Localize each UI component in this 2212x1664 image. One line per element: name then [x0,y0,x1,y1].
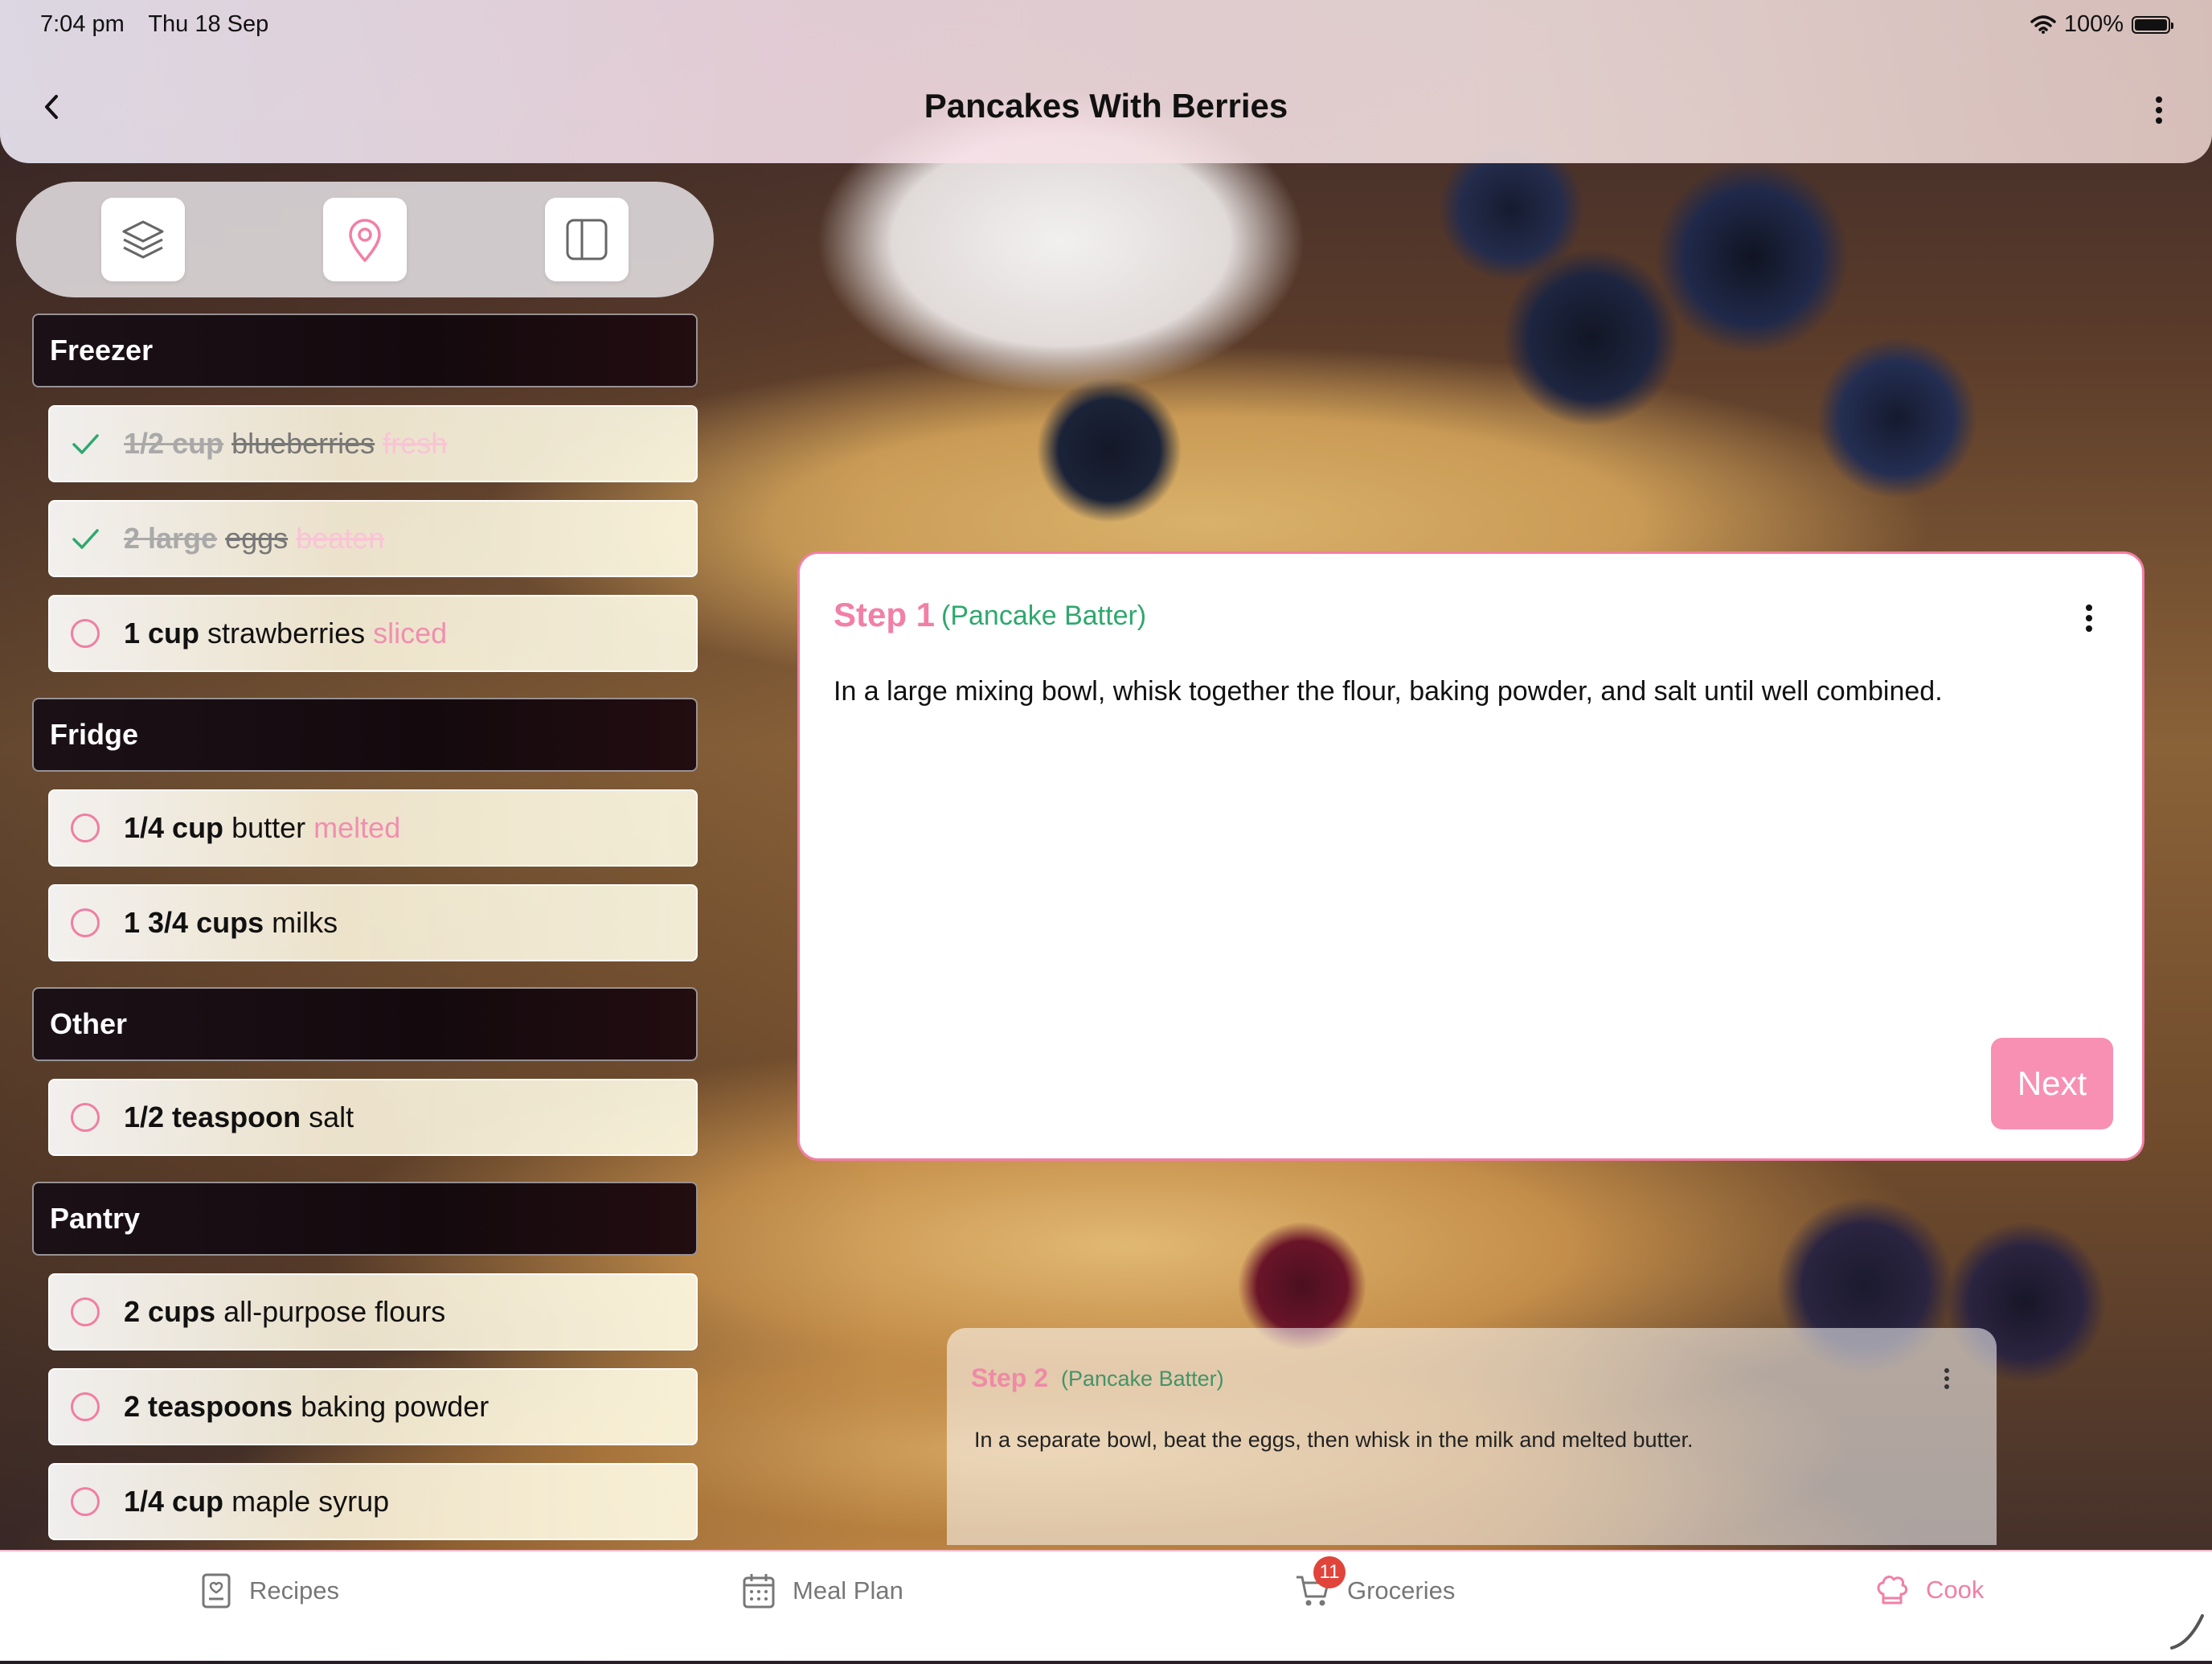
ingredient-item[interactable]: 1 3/4 cups milks [48,884,698,961]
ingredient-name: baking powder [301,1390,490,1423]
section-header-freezer: Freezer [32,314,698,387]
calendar-icon [743,1574,775,1609]
step-title: Step 1 [834,596,936,633]
ingredient-qty: 2 cups [124,1295,216,1328]
ingredient-qty: 1/4 cup [124,811,224,844]
checkmark-icon[interactable] [69,523,101,555]
status-bar-right: 100% [2030,11,2173,38]
ingredient-name: eggs [225,522,289,555]
battery-percent: 100% [2063,11,2124,37]
tab-label: Groceries [1347,1576,1456,1605]
layers-button[interactable] [101,198,185,281]
current-step-card: Step 1 (Pancake Batter) In a large mixin… [797,551,2144,1161]
ingredient-qty: 1 cup [124,617,200,650]
checkbox-circle[interactable] [69,617,101,650]
ingredient-qty: 1 3/4 cups [124,906,264,939]
tab-meal-plan[interactable]: Meal Plan [741,1572,903,1609]
more-vertical-icon [1944,1368,1949,1389]
ingredient-item[interactable]: 1 cup strawberries sliced [48,595,698,672]
ingredient-qty: 2 teaspoons [124,1390,293,1423]
more-options-button[interactable] [2144,90,2173,130]
section-header-other: Other [32,987,698,1061]
sidebar-panel-icon [566,219,608,260]
status-bar-left: 7:04 pm Thu 18 Sep [40,11,286,38]
next-step-card[interactable]: Step 2 (Pancake Batter) In a separate bo… [947,1328,1997,1545]
layers-icon [122,220,164,259]
location-button[interactable] [323,198,407,281]
step-options-button[interactable] [2081,599,2097,639]
checkbox-circle[interactable] [69,1101,101,1133]
ingredient-name: all-purpose flours [223,1295,446,1328]
checkmark-icon[interactable] [69,428,101,460]
ingredient-item[interactable]: 2 large eggs beaten [48,500,698,577]
ingredient-note: melted [313,811,401,844]
groceries-count-badge: 11 [1313,1556,1346,1588]
more-vertical-icon [2156,96,2162,124]
checkbox-circle[interactable] [69,1486,101,1518]
ingredient-qty: 2 large [124,522,218,555]
section-header-pantry: Pantry [32,1182,698,1256]
ingredient-note: fresh [383,427,448,460]
checkbox-circle[interactable] [69,812,101,844]
ingredient-item[interactable]: 1/4 cup butter melted [48,789,698,867]
ingredient-name: butter [231,811,306,844]
ingredient-qty: 1/2 cup [124,427,224,460]
location-pin-icon [349,219,381,262]
next-step-button[interactable]: Next [1991,1038,2113,1129]
step-subtitle: (Pancake Batter) [941,600,1147,631]
ingredient-name: blueberries [231,427,375,460]
recipe-book-icon [202,1573,231,1609]
resize-corner-icon [2170,1614,2204,1650]
ingredient-item[interactable]: 2 cups all-purpose flours [48,1273,698,1350]
ingredient-qty: 1/2 teaspoon [124,1100,301,1133]
step-subtitle: (Pancake Batter) [1061,1367,1224,1391]
page-title: Pancakes With Berries [924,87,1288,125]
tab-label: Recipes [249,1576,339,1605]
checkbox-circle[interactable] [69,907,101,939]
ingredient-qty: 1/4 cup [124,1485,224,1518]
ingredient-name: strawberries [207,617,366,650]
checkbox-circle[interactable] [69,1391,101,1423]
ingredient-name: salt [309,1100,354,1133]
view-toolbar [16,182,714,297]
tab-recipes[interactable]: Recipes [199,1572,339,1609]
tab-label: Cook [1926,1576,1985,1604]
status-time: 7:04 pm [40,11,125,37]
ingredient-item[interactable]: 1/2 cup blueberries fresh [48,405,698,482]
tab-label: Meal Plan [793,1576,903,1605]
header-bar: 7:04 pm Thu 18 Sep 100% Pancakes With Be… [0,0,2212,163]
battery-icon [2132,15,2173,34]
more-vertical-icon [2086,605,2092,632]
step-title: Step 2 [971,1363,1049,1392]
ingredient-name: milks [272,906,338,939]
step-instructions: In a separate bowl, beat the eggs, then … [974,1428,1694,1452]
ingredient-note: sliced [373,617,448,650]
chef-hat-icon [1877,1576,1908,1605]
sidebar-toggle-button[interactable] [545,198,629,281]
tab-cook[interactable]: Cook [1874,1572,1984,1608]
wifi-icon [2030,14,2056,34]
ingredient-item[interactable]: 1/4 cup maple syrup [48,1463,698,1540]
step-instructions: In a large mixing bowl, whisk together t… [834,676,1943,707]
bottom-tab-bar: Recipes Meal Plan Groceries Cook [0,1550,2212,1661]
checkbox-circle[interactable] [69,1296,101,1328]
step-options-button[interactable] [1940,1365,1953,1394]
ingredient-item[interactable]: 1/2 teaspoon salt [48,1079,698,1156]
status-date: Thu 18 Sep [148,11,269,37]
section-header-fridge: Fridge [32,698,698,772]
ingredient-note: beaten [296,522,385,555]
ingredient-name: maple syrup [231,1485,390,1518]
ingredient-item[interactable]: 2 teaspoons baking powder [48,1368,698,1445]
